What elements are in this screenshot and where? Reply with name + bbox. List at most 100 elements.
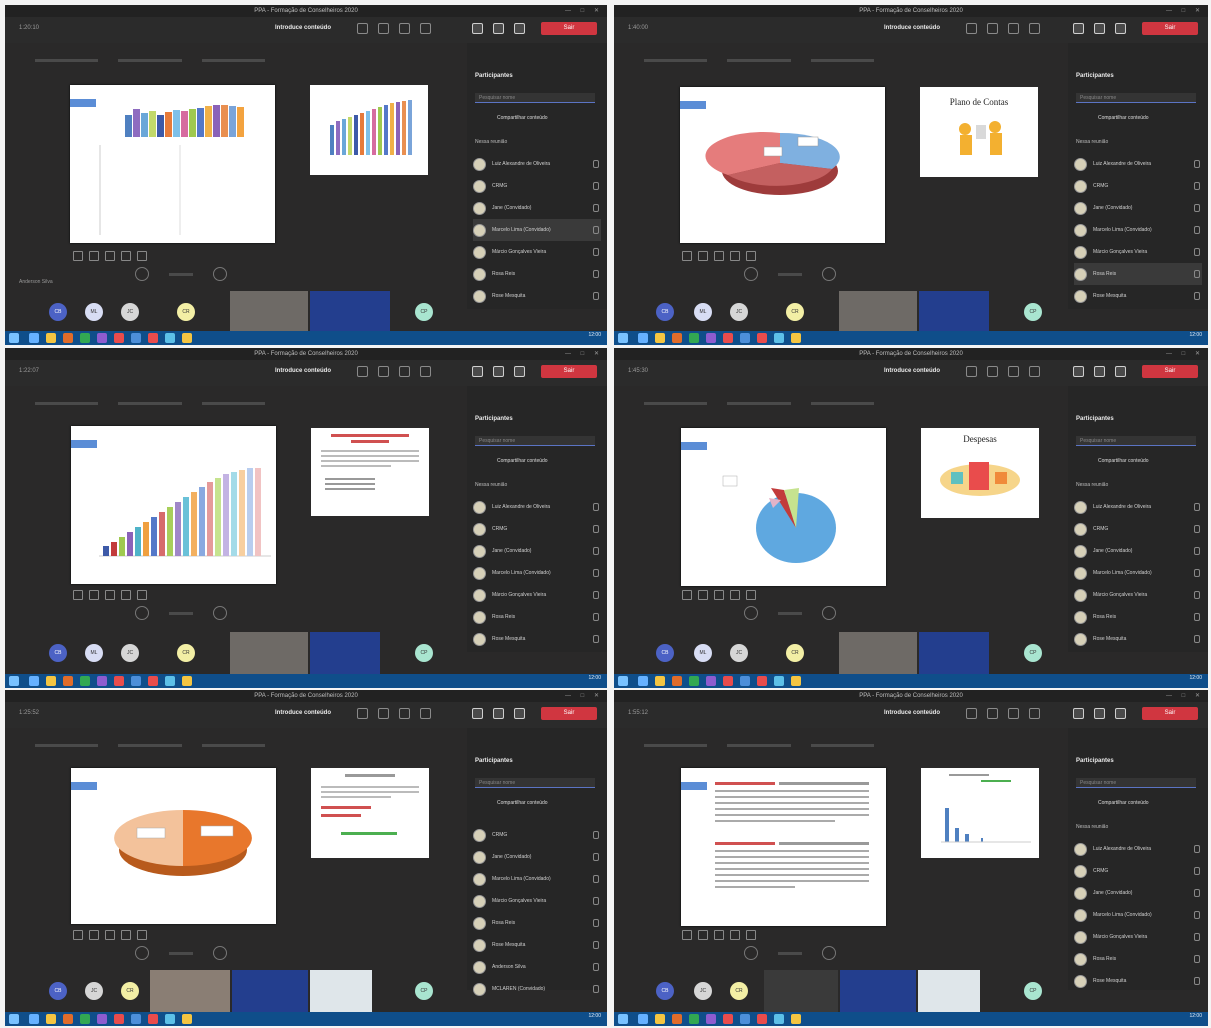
participant-row[interactable]: Rosa Reis: [1074, 948, 1202, 970]
participant-row[interactable]: Rose Mesquita: [1074, 628, 1202, 650]
participant-row[interactable]: Rose Mesquita: [473, 628, 601, 650]
participant-row[interactable]: CRMG: [473, 518, 601, 540]
participant-row[interactable]: Marcelo Lima (Convidado): [473, 868, 601, 890]
chat-icon[interactable]: [378, 23, 389, 34]
start-icon[interactable]: [9, 676, 19, 686]
share-invite-button[interactable]: Compartilhar conteúdo: [1098, 115, 1149, 121]
participant-search-input[interactable]: Pesquisar nome: [1076, 93, 1196, 103]
avatar[interactable]: CR: [786, 644, 804, 662]
window-controls[interactable]: — □ ✕: [1166, 5, 1204, 17]
participant-row[interactable]: Marcelo Lima (Convidado): [473, 219, 601, 241]
leave-button[interactable]: Sair: [541, 22, 597, 35]
avatar[interactable]: CR: [730, 982, 748, 1000]
avatar[interactable]: CB: [656, 644, 674, 662]
participant-row[interactable]: CRMG: [1074, 860, 1202, 882]
avatar[interactable]: ML: [85, 303, 103, 321]
toolbar-icons[interactable]: [357, 366, 431, 377]
avatar[interactable]: JC: [694, 982, 712, 1000]
avatar[interactable]: CB: [49, 303, 67, 321]
participant-row[interactable]: Rosa Reis: [473, 912, 601, 934]
share-icon[interactable]: [514, 23, 525, 34]
participant-search-input[interactable]: Pesquisar nome: [475, 93, 595, 103]
device-icons[interactable]: [1073, 708, 1126, 719]
avatar[interactable]: ML: [694, 644, 712, 662]
leave-button[interactable]: Sair: [1142, 707, 1198, 720]
participant-row[interactable]: Jane (Convidado): [473, 540, 601, 562]
leave-button[interactable]: Sair: [541, 365, 597, 378]
participant-row[interactable]: CRMG: [1074, 175, 1202, 197]
more-icon[interactable]: [420, 23, 431, 34]
avatar[interactable]: CB: [49, 644, 67, 662]
participant-row[interactable]: Luiz Alexandre de Oliveira: [1074, 496, 1202, 518]
participant-row[interactable]: Márcio Gonçalves Vieira: [1074, 584, 1202, 606]
participant-row[interactable]: CRMG: [1074, 518, 1202, 540]
slide-navigation[interactable]: [135, 606, 227, 620]
leave-button[interactable]: Sair: [1142, 365, 1198, 378]
slide-tools[interactable]: [682, 251, 756, 261]
participant-row[interactable]: Luiz Alexandre de Oliveira: [1074, 838, 1202, 860]
participant-row[interactable]: Rosa Reis: [473, 263, 601, 285]
slide-navigation[interactable]: [135, 946, 227, 960]
slide-navigation[interactable]: [744, 606, 836, 620]
participant-row[interactable]: Jane (Convidado): [1074, 540, 1202, 562]
avatar[interactable]: CB: [656, 982, 674, 1000]
avatar[interactable]: CR: [177, 303, 195, 321]
avatar[interactable]: CP: [415, 982, 433, 1000]
avatar[interactable]: CP: [1024, 303, 1042, 321]
participant-row[interactable]: Marcelo Lima (Convidado): [1074, 219, 1202, 241]
participant-row[interactable]: Márcio Gonçalves Vieira: [473, 241, 601, 263]
participant-row[interactable]: Rose Mesquita: [1074, 285, 1202, 307]
window-controls[interactable]: — □ ✕: [1166, 348, 1204, 360]
participant-row[interactable]: Jane (Convidado): [473, 197, 601, 219]
avatar[interactable]: JC: [85, 982, 103, 1000]
participant-row[interactable]: Luiz Alexandre de Oliveira: [1074, 153, 1202, 175]
device-icons[interactable]: [472, 23, 525, 34]
participant-row[interactable]: Márcio Gonçalves Vieira: [473, 584, 601, 606]
taskbar-apps[interactable]: [29, 676, 192, 686]
next-slide-icon[interactable]: [213, 267, 227, 281]
taskbar-apps[interactable]: [638, 333, 801, 343]
slide-tools[interactable]: [682, 930, 756, 940]
avatar[interactable]: JC: [730, 644, 748, 662]
slide-navigation[interactable]: [744, 946, 836, 960]
toolbar-icons[interactable]: [357, 23, 431, 34]
participant-row[interactable]: Rosa Reis: [473, 606, 601, 628]
slide-navigation[interactable]: [135, 267, 227, 281]
avatar[interactable]: CP: [415, 303, 433, 321]
participant-row[interactable]: Márcio Gonçalves Vieira: [473, 890, 601, 912]
taskbar-apps[interactable]: [638, 676, 801, 686]
leave-button[interactable]: Sair: [541, 707, 597, 720]
avatar[interactable]: CP: [1024, 982, 1042, 1000]
avatar[interactable]: CB: [49, 982, 67, 1000]
window-controls[interactable]: — □ ✕: [565, 5, 603, 17]
slide-navigation[interactable]: [744, 267, 836, 281]
participant-row[interactable]: Rose Mesquita: [473, 285, 601, 307]
avatar[interactable]: CR: [177, 644, 195, 662]
avatar[interactable]: JC: [121, 644, 139, 662]
participant-row[interactable]: Marcelo Lima (Convidado): [1074, 904, 1202, 926]
toolbar-icons[interactable]: [966, 708, 1040, 719]
leave-button[interactable]: Sair: [1142, 22, 1198, 35]
taskbar-apps[interactable]: [638, 1014, 801, 1024]
slide-tools[interactable]: [73, 251, 147, 261]
participant-search-input[interactable]: Pesquisar nome: [1076, 436, 1196, 446]
taskbar-apps[interactable]: [29, 333, 192, 343]
device-icons[interactable]: [1073, 23, 1126, 34]
start-icon[interactable]: [9, 333, 19, 343]
window-controls[interactable]: — □ ✕: [565, 690, 603, 702]
participant-search-input[interactable]: Pesquisar nome: [1076, 778, 1196, 788]
start-icon[interactable]: [618, 333, 628, 343]
participant-search-input[interactable]: Pesquisar nome: [475, 436, 595, 446]
people-icon[interactable]: [357, 23, 368, 34]
taskbar-apps[interactable]: [29, 1014, 192, 1024]
toolbar-icons[interactable]: [966, 366, 1040, 377]
window-controls[interactable]: — □ ✕: [565, 348, 603, 360]
avatar[interactable]: CB: [656, 303, 674, 321]
participant-row[interactable]: Jane (Convidado): [1074, 197, 1202, 219]
start-icon[interactable]: [618, 1014, 628, 1024]
participant-row[interactable]: Márcio Gonçalves Vieira: [1074, 926, 1202, 948]
participant-row[interactable]: Jane (Convidado): [1074, 882, 1202, 904]
device-icons[interactable]: [472, 366, 525, 377]
participant-row[interactable]: Marcelo Lima (Convidado): [473, 562, 601, 584]
participant-row[interactable]: Rose Mesquita: [1074, 970, 1202, 992]
